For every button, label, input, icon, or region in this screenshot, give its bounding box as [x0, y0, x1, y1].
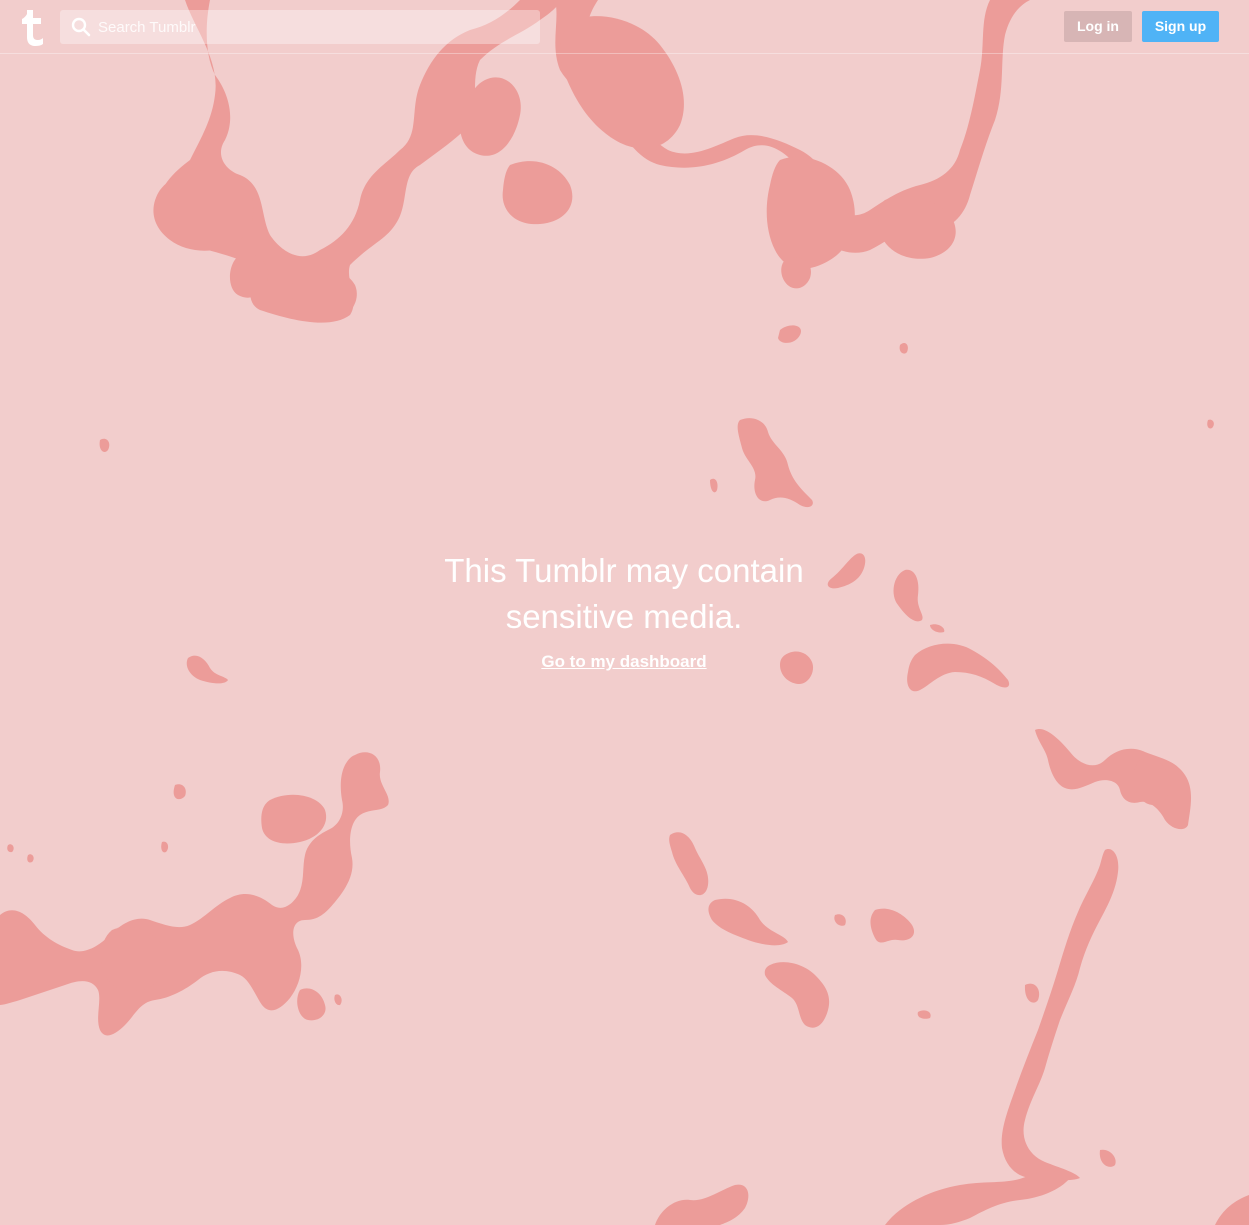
tumblr-logo-icon[interactable]	[21, 10, 45, 46]
top-navigation-bar: Log in Sign up	[0, 0, 1249, 54]
search-icon	[71, 17, 91, 37]
signup-button[interactable]: Sign up	[1142, 11, 1219, 42]
go-to-dashboard-link[interactable]: Go to my dashboard	[541, 652, 706, 672]
sensitive-media-notice: This Tumblr may contain sensitive media.…	[324, 548, 924, 672]
search-bar[interactable]	[60, 10, 540, 44]
login-button[interactable]: Log in	[1064, 11, 1132, 42]
notice-headline: This Tumblr may contain sensitive media.	[324, 548, 924, 640]
notice-headline-line-2: sensitive media.	[505, 598, 743, 635]
notice-headline-line-1: This Tumblr may contain	[444, 552, 804, 589]
search-input[interactable]	[98, 10, 528, 44]
